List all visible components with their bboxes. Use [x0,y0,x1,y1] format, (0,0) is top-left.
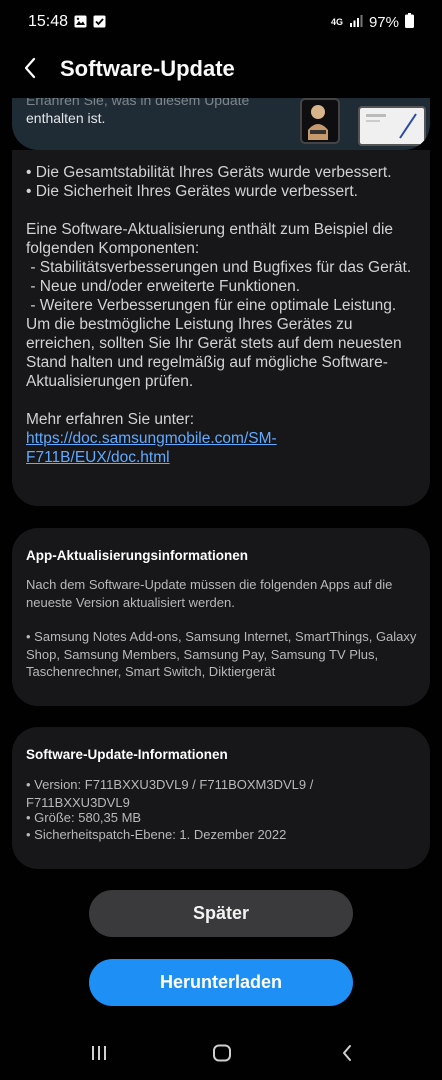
update-info-card: Software-Update-Informationen • Version:… [12,727,430,869]
app-update-heading: App-Aktualisierungsinformationen [26,548,249,563]
banner-text-line2: enthalten ist. [26,110,106,126]
battery-icon [405,13,414,32]
nav-back-button[interactable] [332,1044,362,1066]
battery-percent: 97% [368,14,399,31]
update-size: • Größe: 580,35 MB [26,810,142,825]
app-update-list: • Samsung Notes Add-ons, Samsung Interne… [26,629,421,679]
back-icon [341,1044,353,1067]
later-button[interactable]: Später [89,890,353,937]
image-icon [74,15,87,33]
release-notes-link[interactable]: https://doc.samsungmobile.com/SM-F711B/E… [26,430,277,466]
network-type: 4G [330,17,343,27]
recents-icon [90,1045,108,1066]
release-notes-text: • Die Gesamtstabilität Ihres Geräts wurd… [26,164,412,466]
back-button[interactable] [14,54,46,86]
phone-illustration [300,98,340,144]
home-button[interactable] [207,1044,237,1066]
update-info-heading: Software-Update-Informationen [26,747,228,762]
check-box-icon [93,15,106,33]
status-bar: 15:48 4G 97% [0,0,442,46]
navigation-bar [0,1030,442,1080]
update-version: • Version: F711BXXU3DVL9 / F711BOXM3DVL9… [26,777,317,810]
app-update-card: App-Aktualisierungsinformationen Nach de… [12,528,430,706]
status-time: 15:48 [28,13,69,30]
release-notes-card: • Die Gesamtstabilität Ihres Geräts wurd… [12,150,430,506]
download-button[interactable]: Herunterladen [89,959,353,1006]
app-update-intro: Nach dem Software-Update müssen die folg… [26,577,397,610]
home-icon [212,1044,232,1067]
signal-icon [349,14,363,32]
whats-new-banner[interactable]: Erfahren Sie, was in diesem Update entha… [12,98,430,150]
tablet-illustration [358,106,426,146]
security-patch-level: • Sicherheitspatch-Ebene: 1. Dezember 20… [26,827,287,842]
chevron-left-icon [23,57,37,84]
banner-text-line1: Erfahren Sie, was in diesem Update [26,98,250,108]
app-header: Software-Update [0,46,442,94]
recents-button[interactable] [84,1044,114,1066]
page-title: Software-Update [60,56,235,81]
